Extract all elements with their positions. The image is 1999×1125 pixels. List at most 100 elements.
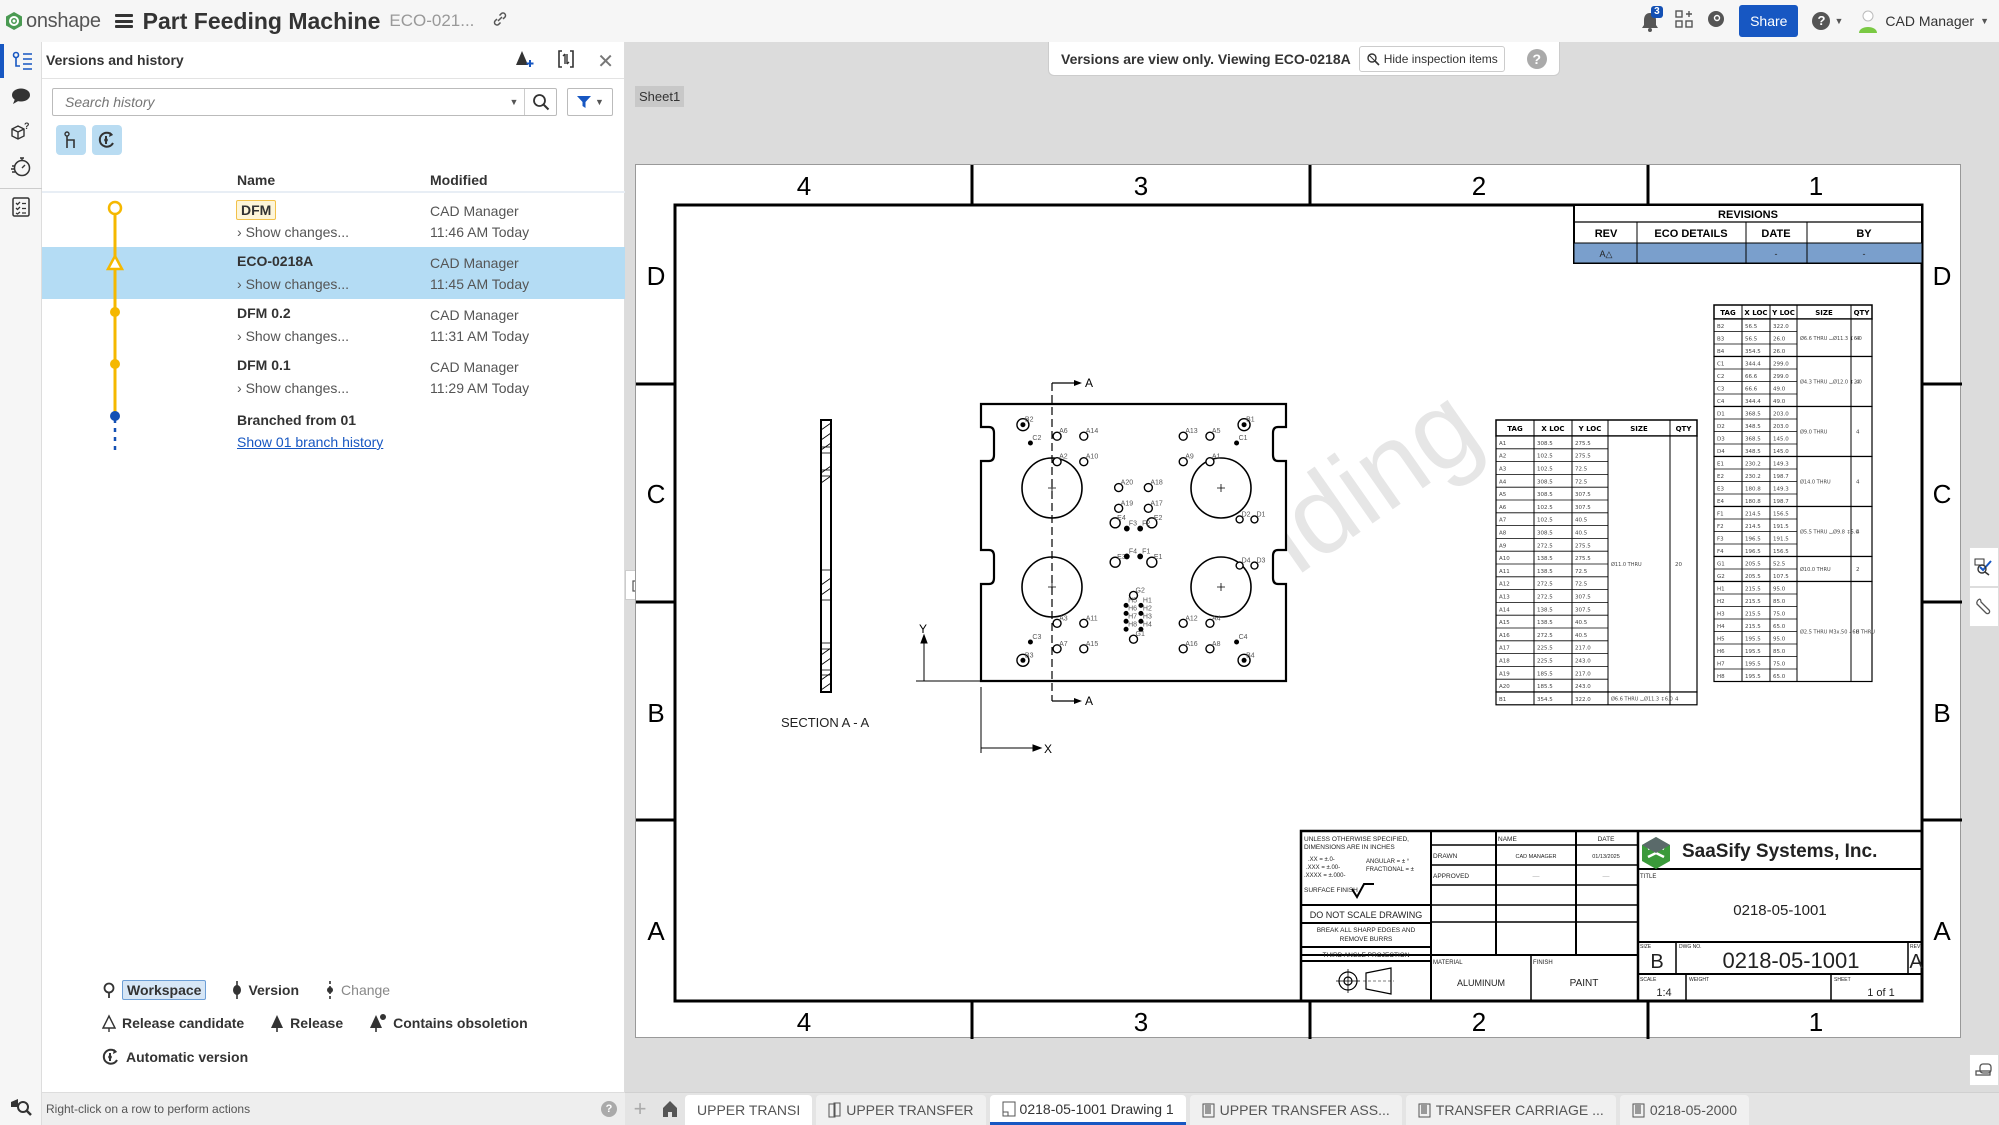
drawn-date: 01/13/2025 bbox=[1592, 854, 1620, 860]
share-button[interactable]: Share bbox=[1739, 5, 1799, 37]
search-history-input[interactable] bbox=[53, 94, 504, 110]
help-menu[interactable]: ? ▼ bbox=[1812, 12, 1843, 30]
close-icon[interactable]: ✕ bbox=[597, 52, 614, 72]
branch-history-link[interactable]: Show 01 branch history bbox=[237, 434, 383, 450]
hide-inspection-button[interactable]: Hide inspection items bbox=[1358, 45, 1505, 72]
hole-table-cell: 307.5 bbox=[1575, 492, 1591, 498]
filter-button[interactable]: ▼ bbox=[567, 88, 613, 116]
notifications-button[interactable]: 3 bbox=[1641, 6, 1663, 32]
hole-table-cell: A3 bbox=[1499, 467, 1507, 473]
search-button[interactable] bbox=[524, 89, 556, 115]
hole-table-cell: 40.5 bbox=[1575, 633, 1588, 639]
hole-table: TAG X LOC Y LOC SIZE QTY A1 308.5 275.5 A2 102.5 2… bbox=[1495, 419, 1698, 706]
hole-table-cell: 40.5 bbox=[1575, 518, 1588, 524]
zone-row-label: A bbox=[647, 916, 665, 946]
svg-text:H8: H8 bbox=[1128, 621, 1137, 628]
show-changes-toggle[interactable]: › Show changes... bbox=[237, 380, 349, 396]
svg-text:A20: A20 bbox=[1121, 480, 1134, 487]
configurations-icon[interactable]: ? bbox=[0, 114, 42, 148]
home-tab-button[interactable] bbox=[655, 1092, 685, 1125]
legend-workspace: Workspace bbox=[102, 980, 207, 1000]
hole-table-cell: B2 bbox=[1717, 324, 1724, 330]
svg-text:A2: A2 bbox=[1059, 454, 1068, 461]
user-menu[interactable]: CAD Manager ▼ bbox=[1857, 9, 1989, 33]
measure-button[interactable] bbox=[1969, 1054, 1999, 1086]
app-store-icon[interactable] bbox=[1675, 9, 1693, 33]
tab-transfer-carriage[interactable]: TRANSFER CARRIAGE ... bbox=[1405, 1095, 1616, 1125]
break-edges-note: REMOVE BURRS bbox=[1340, 936, 1393, 943]
hole-table-cell: 307.5 bbox=[1575, 607, 1591, 613]
svg-text:A6: A6 bbox=[1059, 428, 1068, 435]
column-header-name[interactable]: Name bbox=[237, 172, 275, 188]
history-row[interactable]: DFM 0.2 › Show changes... CAD Manager 11… bbox=[42, 299, 625, 351]
hole-table-cell: 354.5 bbox=[1745, 349, 1761, 355]
chevron-down-icon: ▼ bbox=[1980, 16, 1989, 26]
finish-value: PAINT bbox=[1570, 978, 1599, 989]
history-row-selected[interactable]: ECO-0218A › Show changes... CAD Manager … bbox=[42, 247, 625, 299]
auto-version-toggle[interactable] bbox=[92, 125, 122, 155]
hole-table-cell: 308.5 bbox=[1537, 479, 1553, 485]
history-row[interactable]: DFM 0.1 › Show changes... CAD Manager 11… bbox=[42, 351, 625, 403]
onshape-logo[interactable]: onshape bbox=[6, 10, 101, 33]
show-changes-toggle[interactable]: › Show changes... bbox=[237, 224, 349, 240]
title-label: TITLE bbox=[1640, 874, 1656, 880]
help-icon[interactable]: ? bbox=[601, 1101, 617, 1117]
hole-table-cell: A16 bbox=[1499, 633, 1510, 639]
hole-table-cell: C1 bbox=[1717, 361, 1724, 367]
create-version-icon[interactable] bbox=[515, 50, 535, 73]
history-row[interactable]: DFM › Show changes... CAD Manager 11:46 … bbox=[42, 195, 625, 247]
hole-table-cell: G1 bbox=[1717, 561, 1725, 567]
svg-text:H2: H2 bbox=[1143, 605, 1152, 612]
revisions-title: REVISIONS bbox=[1718, 209, 1778, 221]
approved-by: — bbox=[1533, 873, 1540, 880]
hole-table-cell: 95.0 bbox=[1773, 636, 1786, 642]
column-header-modified[interactable]: Modified bbox=[430, 172, 488, 188]
versions-history-icon[interactable] bbox=[0, 44, 42, 78]
assembly-icon bbox=[1632, 1103, 1645, 1118]
compare-icon[interactable] bbox=[557, 50, 575, 73]
document-title[interactable]: Part Feeding Machine bbox=[143, 8, 381, 35]
hole-table-cell: 348.5 bbox=[1745, 424, 1761, 430]
menu-icon[interactable] bbox=[114, 14, 133, 28]
tab-upper-transi[interactable]: UPPER TRANSI bbox=[685, 1095, 813, 1125]
hole-table-cell: 149.3 bbox=[1773, 461, 1789, 467]
zone-row-label: C bbox=[1933, 479, 1952, 509]
search-dropdown-icon[interactable]: ▼ bbox=[504, 97, 524, 107]
tab-upper-transfer-assembly[interactable]: UPPER TRANSFER ASS... bbox=[1189, 1095, 1402, 1125]
tools-button[interactable] bbox=[1969, 587, 1999, 627]
hole-table-cell: C3 bbox=[1717, 386, 1725, 392]
tab-0218-05-2000[interactable]: 0218-05-2000 bbox=[1619, 1095, 1749, 1125]
hole-table-cell: A9 bbox=[1499, 543, 1507, 549]
svg-text:B3: B3 bbox=[1025, 652, 1034, 659]
svg-text:A7: A7 bbox=[1059, 641, 1068, 648]
tab-drawing-active[interactable]: 0218-05-1001 Drawing 1 bbox=[989, 1095, 1186, 1125]
show-changes-toggle[interactable]: › Show changes... bbox=[237, 328, 349, 344]
hole-table-cell: 225.5 bbox=[1537, 646, 1553, 652]
drawing-canvas[interactable]: Versions are view only. Viewing ECO-0218… bbox=[625, 42, 1999, 1092]
hole-table-cell: 243.0 bbox=[1575, 659, 1591, 665]
tab-upper-transfer[interactable]: UPPER TRANSFER bbox=[816, 1095, 986, 1125]
comments-icon[interactable] bbox=[0, 79, 42, 113]
revisions-header: REV bbox=[1595, 228, 1618, 240]
link-icon[interactable] bbox=[492, 11, 508, 31]
hole-table-cell: 272.5 bbox=[1537, 543, 1553, 549]
learning-icon[interactable] bbox=[1707, 10, 1725, 33]
hole-table-cell: D4 bbox=[1717, 449, 1725, 455]
legend-version: Version bbox=[232, 981, 299, 999]
sheet-tab[interactable]: Sheet1 bbox=[635, 86, 685, 107]
document-version[interactable]: ECO-021... bbox=[389, 11, 474, 31]
inspect-icon[interactable] bbox=[0, 1090, 42, 1124]
hole-table-cell: 65.0 bbox=[1773, 674, 1786, 680]
checklist-icon[interactable] bbox=[0, 190, 42, 224]
hole-table-cell: H4 bbox=[1717, 624, 1725, 630]
notification-badge: 3 bbox=[1651, 6, 1663, 18]
add-tab-button[interactable]: + bbox=[625, 1092, 655, 1125]
branch-view-button[interactable] bbox=[56, 125, 86, 155]
inspection-tools-button[interactable] bbox=[1969, 547, 1999, 587]
help-icon[interactable]: ? bbox=[1526, 48, 1547, 69]
performance-icon[interactable] bbox=[0, 150, 42, 184]
show-changes-toggle[interactable]: › Show changes... bbox=[237, 276, 349, 292]
hole-table-cell: 272.5 bbox=[1537, 633, 1553, 639]
row-author: CAD Manager bbox=[430, 255, 519, 271]
hole-table-cell: D3 bbox=[1717, 436, 1725, 442]
